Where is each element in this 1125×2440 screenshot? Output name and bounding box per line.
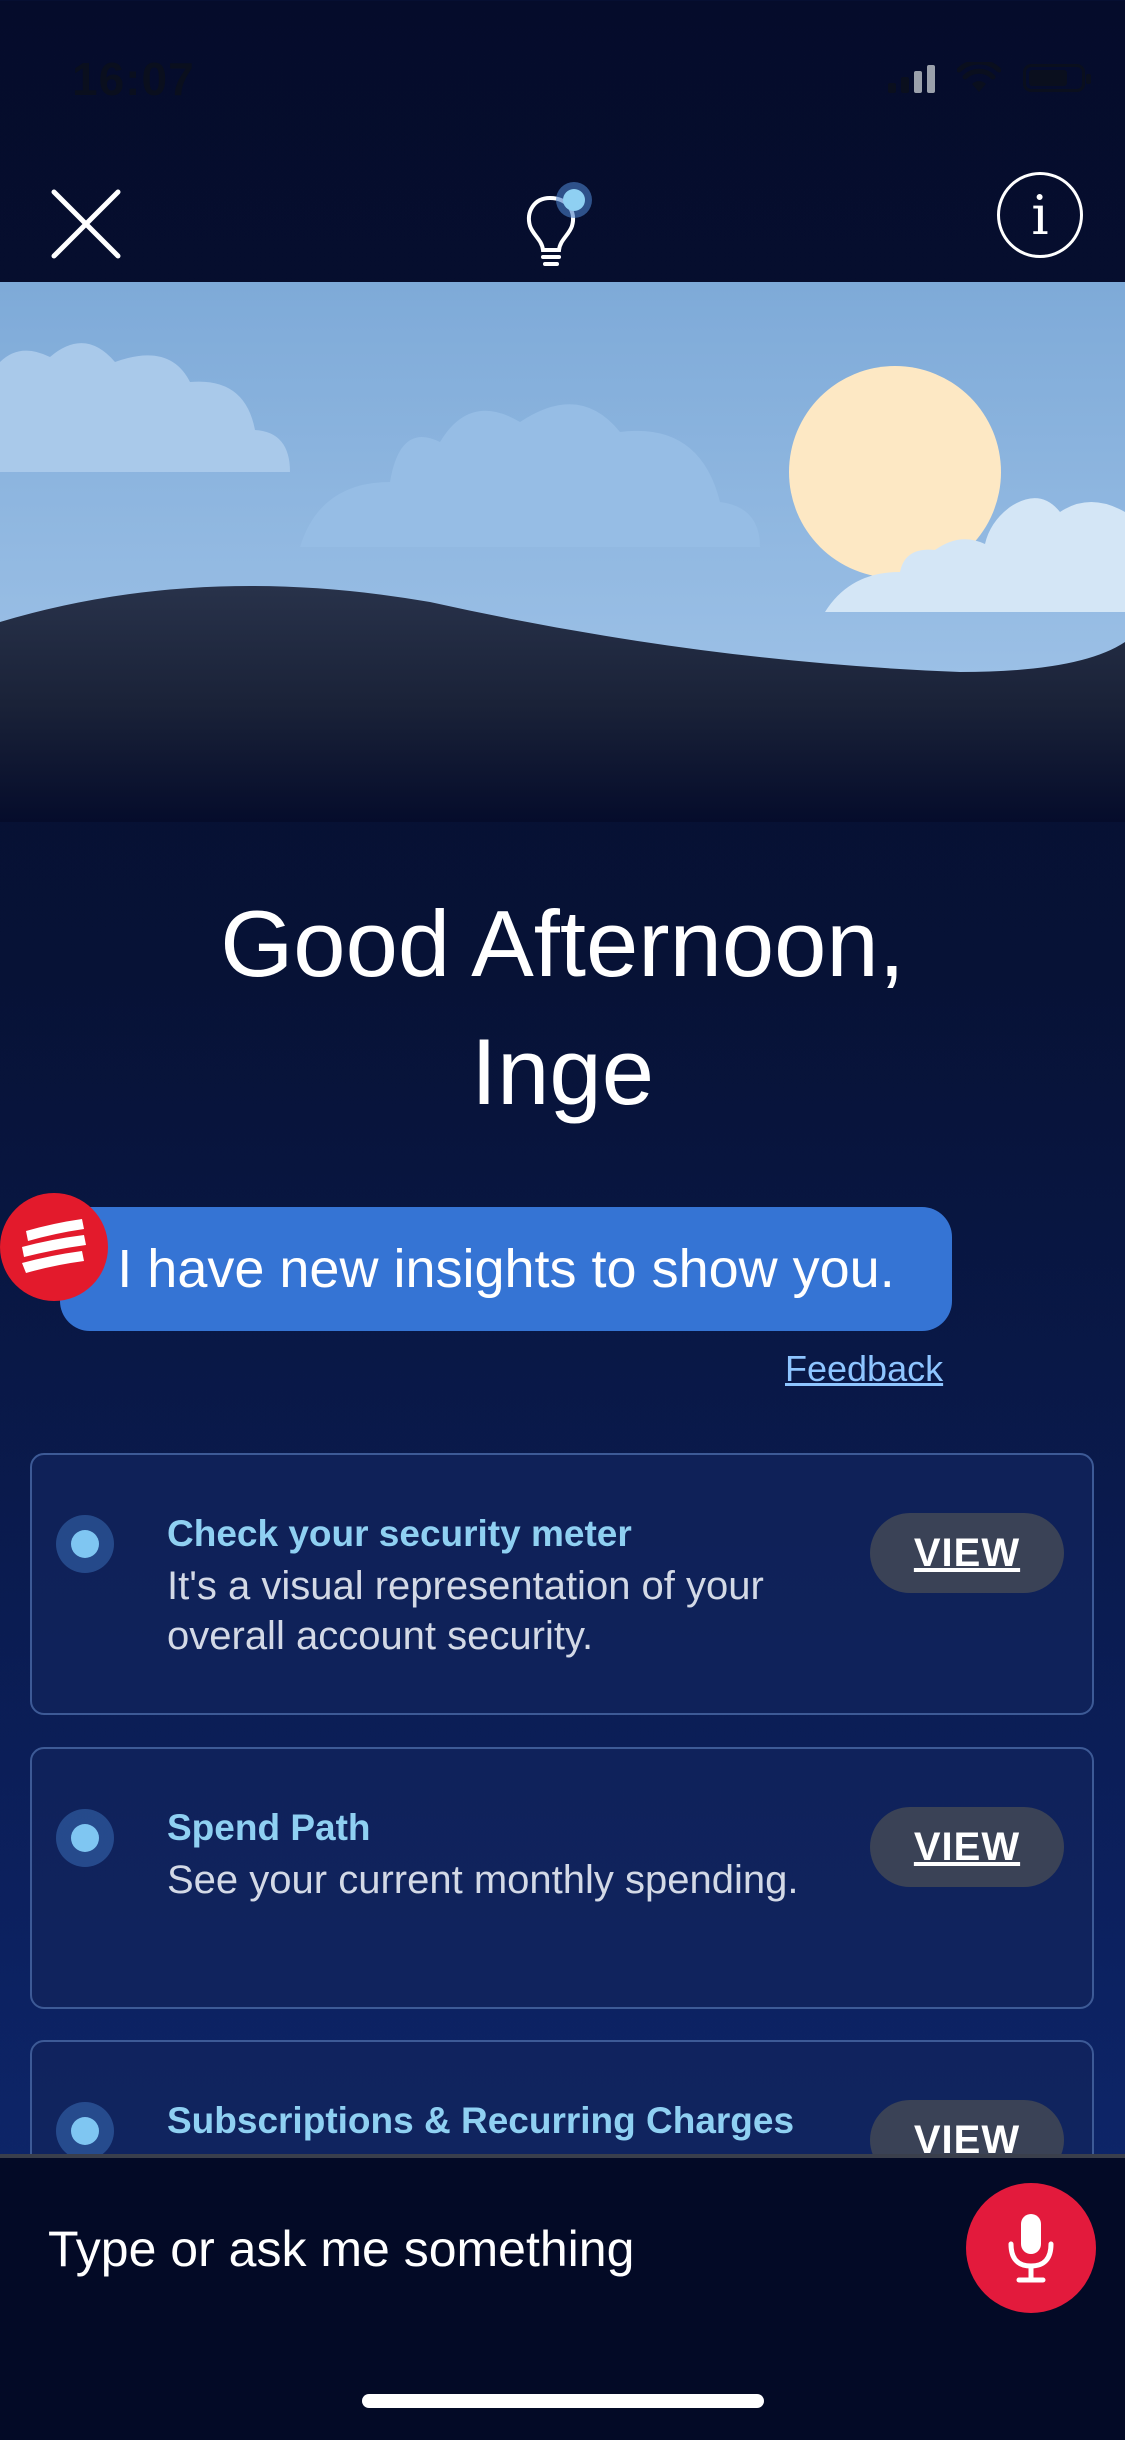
microphone-icon — [1008, 2214, 1054, 2283]
cellular-signal-icon — [888, 63, 935, 93]
lightbulb-icon[interactable] — [512, 180, 612, 280]
insight-description: It's a visual representation of your ove… — [167, 1564, 764, 1658]
assistant-avatar — [0, 1193, 108, 1301]
assistant-message-bubble: I have new insights to show you. — [60, 1207, 952, 1331]
bullet-dot-icon — [56, 2102, 114, 2160]
insight-title: Spend Path — [167, 1807, 371, 1848]
hero-illustration — [0, 282, 1125, 822]
info-button[interactable]: i — [997, 172, 1083, 258]
wifi-icon — [957, 62, 1001, 92]
bank-logo-icon — [22, 1219, 86, 1273]
insight-card[interactable]: Spend Path See your current monthly spen… — [30, 1747, 1094, 2009]
ask-input[interactable] — [46, 2208, 930, 2290]
close-icon — [51, 189, 121, 259]
view-button[interactable]: VIEW — [870, 1513, 1064, 1593]
close-button[interactable] — [40, 178, 132, 270]
insight-card[interactable]: Check your security meter It's a visual … — [30, 1453, 1094, 1715]
greeting-heading: Good Afternoon, Inge — [0, 880, 1125, 1136]
insight-title: Subscriptions & Recurring Charges — [167, 2100, 795, 2141]
home-indicator[interactable] — [362, 2394, 764, 2408]
feedback-link[interactable]: Feedback — [785, 1348, 943, 1390]
greeting-line: Good Afternoon, — [220, 891, 905, 996]
battery-icon — [1023, 64, 1091, 92]
insight-title: Check your security meter — [167, 1513, 632, 1554]
user-name: Inge — [471, 1019, 654, 1124]
assistant-message-text: I have new insights to show you. — [117, 1239, 895, 1299]
insight-description: See your current monthly spending. — [167, 1858, 799, 1902]
view-button[interactable]: VIEW — [870, 1807, 1064, 1887]
status-bar: 16:07 — [0, 0, 1125, 160]
status-icons — [888, 62, 1091, 94]
landscape-illustration — [0, 282, 1125, 822]
bullet-dot-icon — [56, 1809, 114, 1867]
info-icon: i — [1031, 183, 1049, 247]
bullet-dot-icon — [56, 1515, 114, 1573]
top-bar: i — [0, 160, 1125, 282]
microphone-button[interactable] — [966, 2183, 1096, 2313]
status-time: 16:07 — [72, 53, 195, 105]
